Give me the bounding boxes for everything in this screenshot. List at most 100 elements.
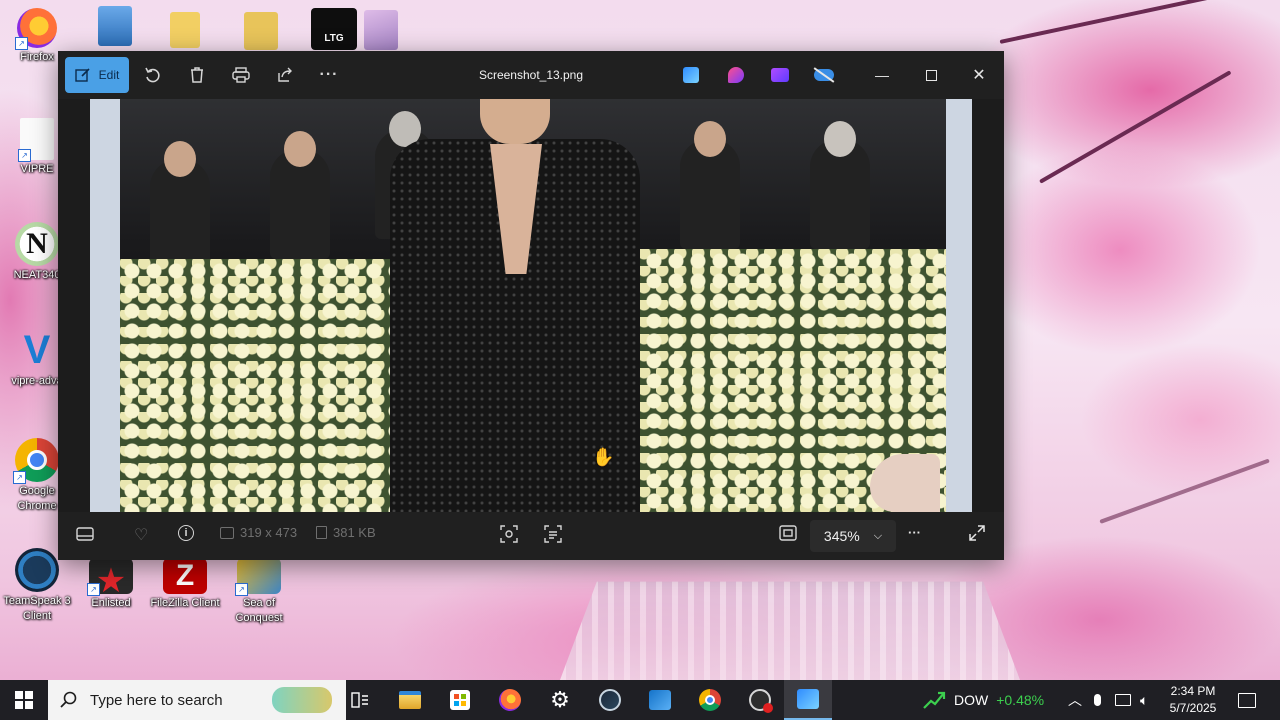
close-button[interactable]: ✕ (957, 59, 1001, 91)
filmstrip-button[interactable] (76, 527, 94, 541)
minimize-icon: — (875, 67, 889, 83)
close-icon: ✕ (972, 67, 986, 84)
text-scan-button[interactable] (544, 525, 562, 543)
designer-icon (683, 67, 699, 83)
photographer-figure (270, 131, 330, 259)
taskbar-chrome[interactable] (686, 680, 734, 720)
more-icon: ··· (908, 525, 921, 540)
dimensions-info: 319 x 473 (220, 525, 297, 540)
photographer-figure (150, 141, 210, 269)
minimize-button[interactable]: — (860, 59, 904, 91)
desktop-icon-label: FileZilla Client (150, 597, 220, 609)
desktop-icon-sea-of-conquest[interactable]: ↗ Sea of Conquest (222, 558, 296, 626)
photo-scene (120, 99, 946, 512)
flower-hedge-left (120, 259, 390, 512)
stock-widget[interactable]: DOW +0.48% (922, 680, 1044, 720)
wallpaper-icon[interactable] (364, 10, 398, 50)
search-icon (60, 691, 77, 708)
taskbar-obs[interactable] (736, 680, 784, 720)
teamspeak-icon (15, 548, 59, 592)
clock-date: 5/7/2025 (1169, 701, 1217, 715)
desktop-icon-label: TeamSpeak 3 Client (3, 595, 71, 622)
volume-button[interactable]: 🔈︎ (1140, 680, 1148, 720)
clock[interactable]: 2:34 PM 5/7/2025 (1160, 683, 1226, 717)
clock-time: 2:34 PM (1170, 684, 1216, 698)
video-editor-button[interactable] (766, 61, 794, 89)
zoom-level: 345% (823, 528, 860, 544)
volume-icon: 🔈︎ (1140, 691, 1149, 708)
text-scan-icon (544, 525, 562, 543)
chrome-icon (699, 689, 721, 711)
folder-icon[interactable] (170, 12, 200, 48)
stock-chart-icon (923, 691, 946, 709)
more-view-options-button[interactable]: ··· (908, 525, 921, 540)
steam-icon (599, 689, 621, 711)
stock-change: +0.48% (996, 692, 1045, 708)
clipchamp-button[interactable] (722, 61, 750, 89)
image-viewer[interactable]: ✋ (58, 99, 1004, 512)
taskbar-firefox[interactable] (486, 680, 534, 720)
file-icon: ↗ (18, 118, 54, 162)
taskbar-file-explorer[interactable] (386, 680, 434, 720)
fit-window-button[interactable] (779, 525, 797, 541)
filmstrip-icon (76, 527, 94, 541)
chin (480, 99, 550, 144)
chevron-up-icon: ︿ (1068, 692, 1082, 708)
wallpaper-temple (560, 581, 1020, 680)
network-button[interactable] (1115, 680, 1131, 720)
task-view-icon (351, 692, 368, 708)
taskbar-steam[interactable] (586, 680, 634, 720)
fit-window-icon (779, 525, 797, 541)
chrome-icon: ↗ (13, 438, 59, 484)
ltg-icon[interactable]: LTG (311, 8, 357, 50)
start-button[interactable] (0, 680, 48, 720)
wallpaper-branch (1099, 458, 1270, 524)
microphone-button[interactable] (1094, 680, 1101, 720)
taskbar-search[interactable]: Type here to search (48, 680, 346, 720)
title-bar: Edit ··· Screenshot_13.png — ✕ (58, 51, 1004, 99)
taskbar-photos[interactable] (784, 680, 832, 720)
fullscreen-icon (969, 525, 985, 541)
file-size-icon (316, 526, 327, 539)
clipchamp-icon (728, 67, 744, 83)
video-folder-icon[interactable] (244, 12, 278, 50)
file-explorer-icon (399, 691, 421, 709)
vipre-icon: V (23, 328, 51, 372)
photos-window: Edit ··· Screenshot_13.png — ✕ ✋ ♡ i 319… (58, 51, 1004, 560)
favorite-button[interactable]: ♡ (134, 525, 148, 545)
maximize-button[interactable] (909, 59, 953, 91)
desktop-icon-filezilla[interactable]: Z FileZilla Client (148, 558, 222, 611)
photo-canvas[interactable]: ✋ (90, 99, 972, 512)
copilot-icon[interactable] (272, 687, 332, 713)
fullscreen-button[interactable] (969, 525, 985, 541)
taskbar: Type here to search ⚙ DOW +0.48% ︿ 🔈︎ 2:… (0, 680, 1280, 720)
designer-button[interactable] (677, 61, 705, 89)
taskbar-store[interactable] (436, 680, 484, 720)
desktop-icon-enlisted[interactable]: ★ ↗ Enlisted (74, 558, 148, 611)
video-editor-icon (771, 68, 789, 82)
clipchamp-icon (649, 690, 671, 710)
bottom-bar: ♡ i 319 x 473 381 KB 345% ⌵ ··· (58, 512, 1004, 560)
sea-of-conquest-icon: ↗ (235, 558, 281, 596)
network-icon (1115, 694, 1131, 706)
photos-icon (797, 689, 819, 709)
wallpaper-branch (1039, 70, 1232, 184)
show-hidden-icons-button[interactable]: ︿ (1068, 680, 1082, 720)
info-icon: i (178, 525, 194, 541)
enlisted-icon: ★ ↗ (87, 558, 133, 600)
task-view-button[interactable] (336, 680, 384, 720)
visual-search-icon (500, 525, 518, 543)
chevron-down-icon: ⌵ (873, 529, 883, 542)
desktop-icon-label: Sea of Conquest (235, 597, 283, 624)
taskbar-clipchamp[interactable] (636, 680, 684, 720)
info-button[interactable]: i (178, 525, 194, 541)
photographer-figure (810, 121, 870, 249)
visual-search-button[interactable] (500, 525, 518, 543)
taskbar-settings[interactable]: ⚙ (536, 680, 584, 720)
favorite-icon: ♡ (134, 527, 149, 544)
zoom-dropdown[interactable]: 345% ⌵ (810, 520, 896, 552)
notifications-button[interactable] (1238, 680, 1256, 720)
maximize-icon (925, 69, 937, 81)
installer-icon[interactable] (98, 6, 132, 46)
onedrive-button[interactable] (810, 61, 838, 89)
